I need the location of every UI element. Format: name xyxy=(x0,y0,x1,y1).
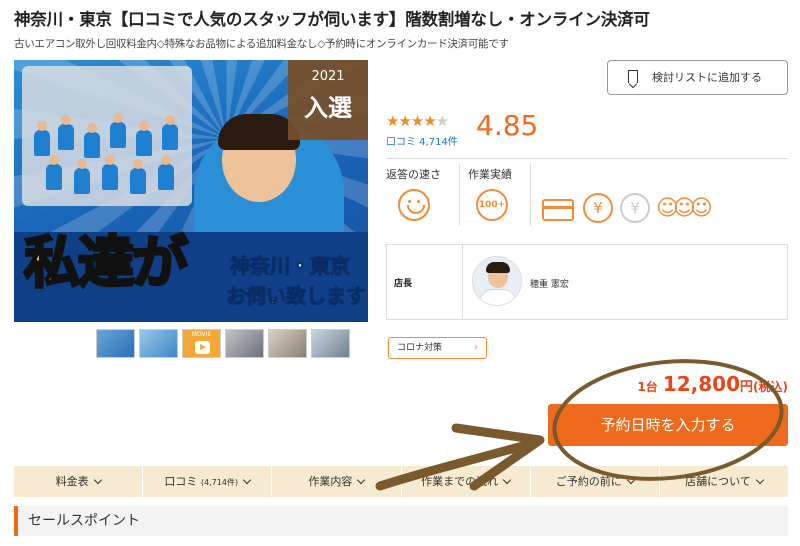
chevron-down-icon xyxy=(93,475,102,485)
thumbnail-strip: MOVIE xyxy=(96,329,350,358)
chevron-down-icon xyxy=(242,475,252,485)
price-amount: 12,800 xyxy=(662,372,740,396)
response-speed-label: 返答の速さ xyxy=(386,168,441,181)
tab-work-details[interactable]: 作業内容 xyxy=(272,466,402,497)
hero-headline: 私達が xyxy=(23,231,190,296)
thumbnail-6[interactable] xyxy=(311,329,350,358)
chevron-down-icon xyxy=(755,475,765,485)
manager-box xyxy=(386,244,788,320)
tab-about-shop[interactable]: 店舗について xyxy=(660,466,788,497)
award-label: 入選 xyxy=(304,94,352,122)
play-icon xyxy=(195,341,210,354)
tab-workflow[interactable]: 作業までの流れ xyxy=(402,466,531,497)
hero-tagline: お伺い致します! xyxy=(225,284,368,309)
section-heading: セールスポイント xyxy=(14,506,788,536)
group-icon: ☺☺☺ xyxy=(656,196,713,221)
page-title: 神奈川・東京【口コミで人気のスタッフが伺います】階数割増なし・オンライン決済可 xyxy=(14,10,650,29)
thumbnail-4[interactable] xyxy=(225,329,264,358)
yen-cash-icon: ¥ xyxy=(620,193,650,223)
add-to-list-label: 検討リストに追加する xyxy=(652,71,762,84)
award-badge: 2021 入選 xyxy=(288,60,368,140)
reviews-link[interactable]: 口コミ 4,714件 xyxy=(386,133,458,148)
section-tab-bar: 料金表 口コミ (4,714件) 作業内容 作業までの流れ ご予約の前に 店舗に… xyxy=(14,466,788,497)
thumbnail-2[interactable] xyxy=(139,329,178,358)
reserve-button[interactable]: 予約日時を入力する xyxy=(548,404,788,446)
award-year: 2021 xyxy=(311,69,345,84)
page-subtitle: 古いエアコン取外し回収料金内◇特殊なお品物による追加料金なし◇予約時にオンライン… xyxy=(14,38,509,50)
rating-score: 4.85 xyxy=(476,109,539,142)
hundred-plus-icon: 100+ xyxy=(476,189,508,221)
price-yen: 円 xyxy=(740,380,754,395)
main-image[interactable]: 私達が 神奈川・東京 お伺い致します! 2021 入選 xyxy=(14,60,368,322)
chevron-right-icon: › xyxy=(474,342,478,353)
corona-measures-label: コロナ対策 xyxy=(397,343,443,353)
bookmark-icon xyxy=(628,70,638,83)
star-icons: ★★★★★ xyxy=(386,112,449,130)
smile-icon xyxy=(398,189,430,221)
manager-label: 店長 xyxy=(394,279,413,289)
tab-before-booking[interactable]: ご予約の前に xyxy=(531,466,660,497)
job-record-label: 作業実績 xyxy=(468,168,512,181)
movie-label: MOVIE xyxy=(191,331,212,338)
thumbnail-5[interactable] xyxy=(268,329,307,358)
tab-reviews[interactable]: 口コミ (4,714件) xyxy=(143,466,273,497)
chevron-down-icon xyxy=(502,475,512,485)
star-rating: ★★★★★ xyxy=(386,111,449,130)
thumbnail-1[interactable] xyxy=(96,329,135,358)
divider xyxy=(386,158,788,159)
manager-name: 穂重 憲宏 xyxy=(530,280,569,290)
hero-area: 神奈川・東京 xyxy=(230,254,351,279)
price: 1台 12,800円(税込) xyxy=(637,372,788,396)
price-unit: 1台 xyxy=(637,380,658,394)
thumbnail-movie[interactable]: MOVIE xyxy=(182,329,221,358)
corona-measures-button[interactable]: コロナ対策 › xyxy=(388,337,487,359)
yen-online-icon: ¥ xyxy=(583,193,613,223)
avatar xyxy=(472,256,522,306)
tab-price-list[interactable]: 料金表 xyxy=(14,466,144,497)
chevron-down-icon xyxy=(357,475,366,485)
price-tax: (税込) xyxy=(753,380,788,394)
credit-card-icon xyxy=(542,199,574,221)
chevron-down-icon xyxy=(626,475,636,485)
